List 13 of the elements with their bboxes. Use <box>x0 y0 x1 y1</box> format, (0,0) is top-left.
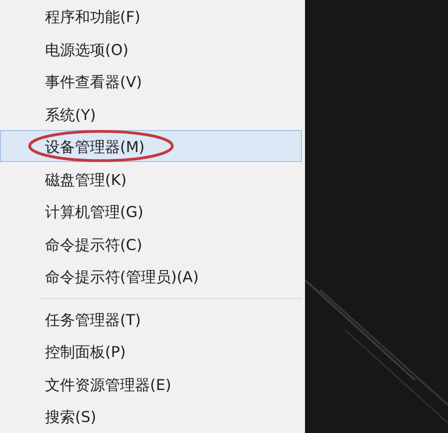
menu-item[interactable]: 电源选项(O) <box>0 32 302 64</box>
menu-item[interactable]: 命令提示符(C) <box>0 228 302 260</box>
menu-item[interactable]: 程序和功能(F) <box>0 0 302 32</box>
menu-item[interactable]: 任务管理器(T) <box>0 302 302 334</box>
menu-item[interactable]: 控制面板(P) <box>0 335 302 367</box>
menu-item[interactable]: 文件资源管理器(E) <box>0 368 302 400</box>
menu-item[interactable]: 命令提示符(管理员)(A) <box>0 260 302 292</box>
menu-item[interactable]: 计算机管理(G) <box>0 195 302 227</box>
menu-item[interactable]: 设备管理器(M) <box>0 130 302 162</box>
menu-item[interactable]: 事件查看器(V) <box>0 65 302 97</box>
menu-item[interactable]: 磁盘管理(K) <box>0 162 302 194</box>
menu-item[interactable]: 搜索(S) <box>0 400 302 432</box>
menu-item[interactable]: 系统(Y) <box>0 98 302 130</box>
